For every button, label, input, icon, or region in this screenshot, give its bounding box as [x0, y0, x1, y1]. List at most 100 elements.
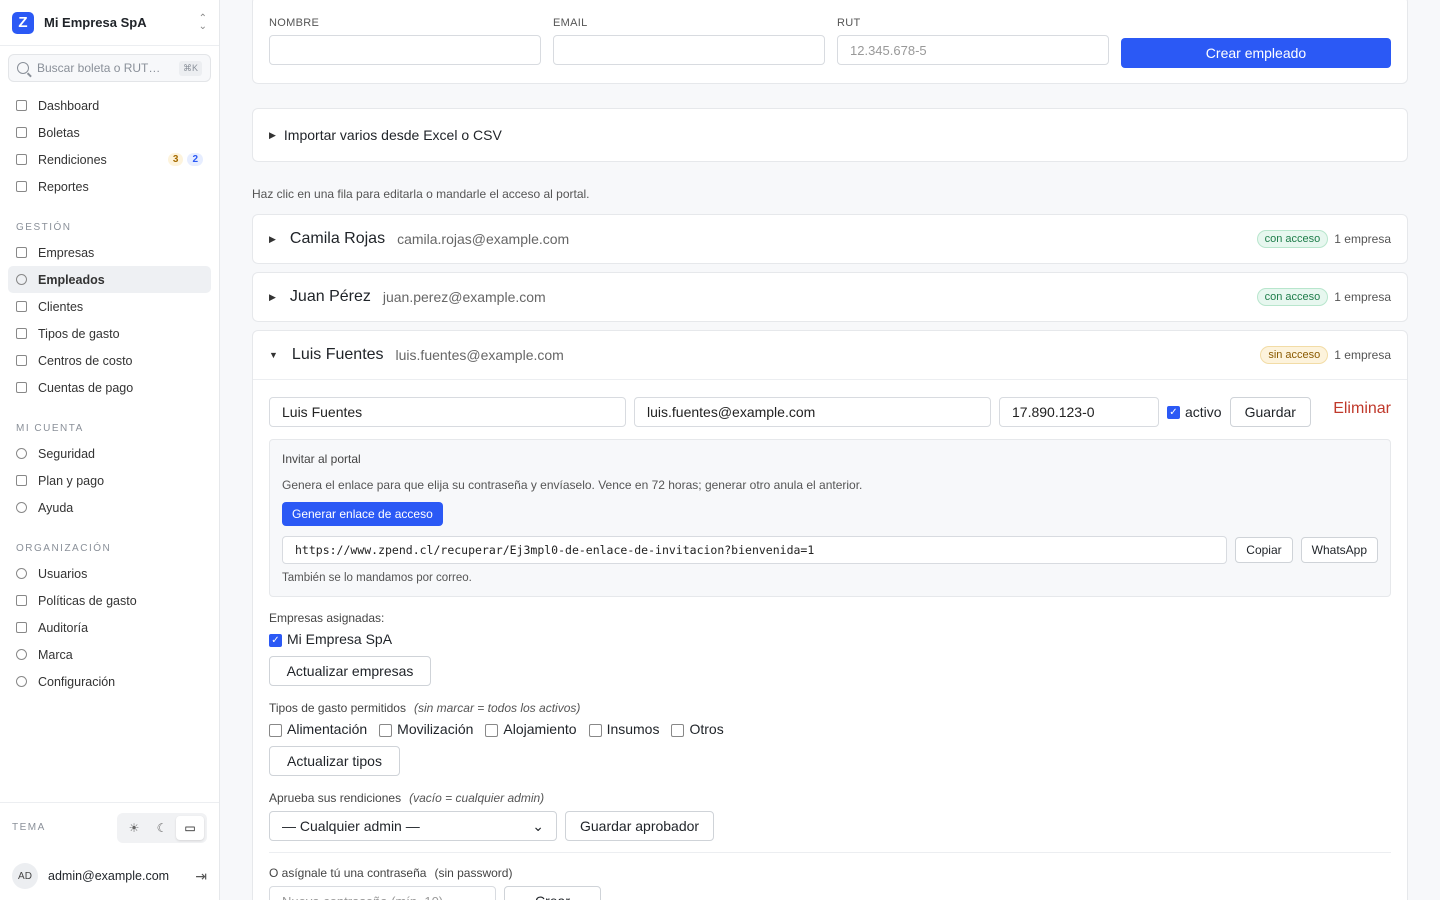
- search-icon: [17, 62, 29, 74]
- users-icon: [16, 274, 27, 285]
- sidebar-item-dashboard[interactable]: Dashboard: [8, 92, 211, 119]
- plan-icon: [16, 475, 27, 486]
- edit-rut-input[interactable]: 17.890.123-0: [999, 397, 1159, 427]
- type-checkbox-alojamiento[interactable]: Alojamiento: [485, 721, 577, 737]
- companies-checks: ✓ Mi Empresa SpA: [269, 631, 431, 647]
- save-approver-button[interactable]: Guardar aprobador: [565, 811, 715, 841]
- gear-icon: [16, 676, 27, 687]
- section-organizacion: ORGANIZACIÓN: [16, 543, 112, 554]
- new-email-input[interactable]: [553, 35, 825, 65]
- status-badge: sin acceso: [1260, 346, 1329, 364]
- company-switcher[interactable]: Z Mi Empresa SpA ⌃ ⌄: [0, 0, 219, 46]
- search-placeholder: Buscar boleta o RUT…: [37, 61, 161, 75]
- delete-button[interactable]: Eliminar: [1333, 400, 1391, 418]
- approver-hint: (vacío = cualquier admin): [409, 791, 545, 805]
- user-key-icon: [16, 568, 27, 579]
- list-hint: Haz clic en una fila para editarla o man…: [252, 187, 590, 201]
- triangle-right-icon: ▶: [269, 129, 276, 140]
- create-password-button[interactable]: Crear: [504, 886, 601, 900]
- update-types-button[interactable]: Actualizar tipos: [269, 746, 400, 776]
- name-label: NOMBRE: [269, 17, 320, 29]
- sidebar-item-marca[interactable]: Marca: [8, 641, 211, 668]
- whatsapp-button[interactable]: WhatsApp: [1300, 537, 1378, 563]
- sidebar-item-empleados[interactable]: Empleados: [8, 266, 211, 293]
- status-badge: con acceso: [1256, 230, 1329, 248]
- edit-email-input[interactable]: luis.fuentes@example.com: [634, 397, 991, 427]
- folder-icon: [16, 355, 27, 366]
- sidebar-item-tipos-gasto[interactable]: Tipos de gasto: [8, 320, 211, 347]
- palette-icon: [16, 649, 27, 660]
- password-block: O asígnale tú una contraseña (sin passwor…: [269, 866, 601, 900]
- copy-button[interactable]: Copiar: [1235, 537, 1293, 563]
- theme-toggle: ☀ ☾ ▭: [117, 812, 207, 843]
- approver-select[interactable]: — Cualquier admin — ⌄: [269, 811, 557, 841]
- approver-label: Aprueba sus rendiciones (vacío = cualquie…: [269, 791, 545, 805]
- sidebar-item-clientes[interactable]: Clientes: [8, 293, 211, 320]
- rut-label: RUT: [837, 17, 861, 29]
- sidebar-item-centros-costo[interactable]: Centros de costo: [8, 347, 211, 374]
- import-label: Importar varios desde Excel o CSV: [283, 127, 502, 143]
- sidebar-item-ayuda[interactable]: Ayuda: [8, 494, 211, 521]
- sidebar-item-configuracion[interactable]: Configuración: [8, 668, 211, 695]
- type-checkbox-movilizacion[interactable]: Movilización: [379, 721, 473, 737]
- monitor-icon[interactable]: ▭: [176, 815, 204, 840]
- moon-icon[interactable]: ☾: [148, 816, 176, 840]
- type-checkbox-otros[interactable]: Otros: [671, 721, 724, 737]
- sidebar-item-seguridad[interactable]: Seguridad: [8, 440, 211, 467]
- sidebar-item-plan[interactable]: Plan y pago: [8, 467, 211, 494]
- sidebar-item-auditoria[interactable]: Auditoría: [8, 614, 211, 641]
- new-name-input[interactable]: [269, 35, 541, 65]
- sidebar-item-politicas[interactable]: Políticas de gasto: [8, 587, 211, 614]
- building-icon: [16, 247, 27, 258]
- dashboard-icon: [16, 100, 27, 111]
- employee-email: juan.perez@example.com: [382, 289, 546, 305]
- approver-block: Aprueba sus rendiciones (vacío = cualquie…: [269, 791, 715, 841]
- companies-block: Empresas asignadas: ✓ Mi Empresa SpA Actu…: [269, 611, 431, 686]
- receipt-icon: [16, 127, 27, 138]
- nav-main: Dashboard Boletas Rendiciones 3 2 Reportes: [0, 92, 219, 200]
- edit-row: Luis Fuentes luis.fuentes@example.com 17…: [269, 397, 1391, 427]
- sidebar-item-cuentas-pago[interactable]: Cuentas de pago: [8, 374, 211, 401]
- employee-name: Juan Pérez: [289, 288, 371, 305]
- chevron-down-icon: ⌄: [532, 817, 544, 834]
- password-label: O asígnale tú una contraseña (sin passwor…: [269, 866, 513, 880]
- generate-link-button[interactable]: Generar enlace de acceso: [282, 502, 443, 526]
- logout-icon[interactable]: ⇥: [195, 868, 207, 885]
- invite-description: Genera el enlace para que elija su contr…: [282, 478, 863, 492]
- audit-icon: [16, 622, 27, 633]
- employee-name: Luis Fuentes: [291, 346, 384, 363]
- link-row: https://www.zpend.cl/recuperar/Ej3mpl0-d…: [282, 536, 1378, 564]
- create-employee-button[interactable]: Crear empleado: [1121, 38, 1391, 68]
- new-password-input[interactable]: Nueva contraseña (mín. 10): [269, 886, 496, 900]
- type-checkbox-insumos[interactable]: Insumos: [588, 721, 659, 737]
- invite-link-input[interactable]: https://www.zpend.cl/recuperar/Ej3mpl0-d…: [282, 536, 1228, 564]
- password-row: Nueva contraseña (mín. 10) Crear: [269, 886, 601, 900]
- triangle-right-icon: ▶: [269, 233, 276, 244]
- edit-name-input[interactable]: Luis Fuentes: [269, 397, 626, 427]
- save-button[interactable]: Guardar: [1229, 397, 1311, 427]
- employee-email: camila.rojas@example.com: [397, 231, 570, 247]
- sidebar-item-empresas[interactable]: Empresas: [8, 239, 211, 266]
- employee-row-expanded[interactable]: ▼ Luis Fuentes luis.fuentes@example.com …: [253, 331, 1407, 380]
- active-checkbox[interactable]: ✓ activo: [1167, 404, 1222, 420]
- sidebar-item-usuarios[interactable]: Usuarios: [8, 560, 211, 587]
- create-employee-form: NOMBRE EMAIL RUT 12.345.678-5 Crear empl…: [252, 0, 1408, 84]
- sidebar-item-reportes[interactable]: Reportes: [8, 173, 211, 200]
- help-icon: [16, 502, 27, 513]
- sun-icon[interactable]: ☀: [120, 816, 148, 840]
- search-shortcut: ⌘K: [178, 60, 202, 76]
- employee-row[interactable]: ▶ Camila Rojas camila.rojas@example.com …: [252, 214, 1408, 264]
- type-checkbox-alimentacion[interactable]: Alimentación: [269, 721, 367, 737]
- pending-badge: 3: [167, 153, 184, 166]
- new-rut-input[interactable]: 12.345.678-5: [837, 35, 1109, 65]
- update-companies-button[interactable]: Actualizar empresas: [269, 656, 431, 686]
- email-group: EMAIL: [553, 17, 825, 83]
- company-checkbox[interactable]: ✓ Mi Empresa SpA: [269, 631, 392, 647]
- types-block: Tipos de gasto permitidos (sin marcar = t…: [269, 701, 724, 776]
- search-box[interactable]: Buscar boleta o RUT… ⌘K: [8, 54, 211, 82]
- sidebar-item-rendiciones[interactable]: Rendiciones 3 2: [8, 146, 211, 173]
- import-toggle[interactable]: ▶ Importar varios desde Excel o CSV: [252, 108, 1408, 162]
- employee-email: luis.fuentes@example.com: [395, 347, 564, 363]
- employee-row[interactable]: ▶ Juan Pérez juan.perez@example.com con …: [252, 272, 1408, 322]
- sidebar-item-boletas[interactable]: Boletas: [8, 119, 211, 146]
